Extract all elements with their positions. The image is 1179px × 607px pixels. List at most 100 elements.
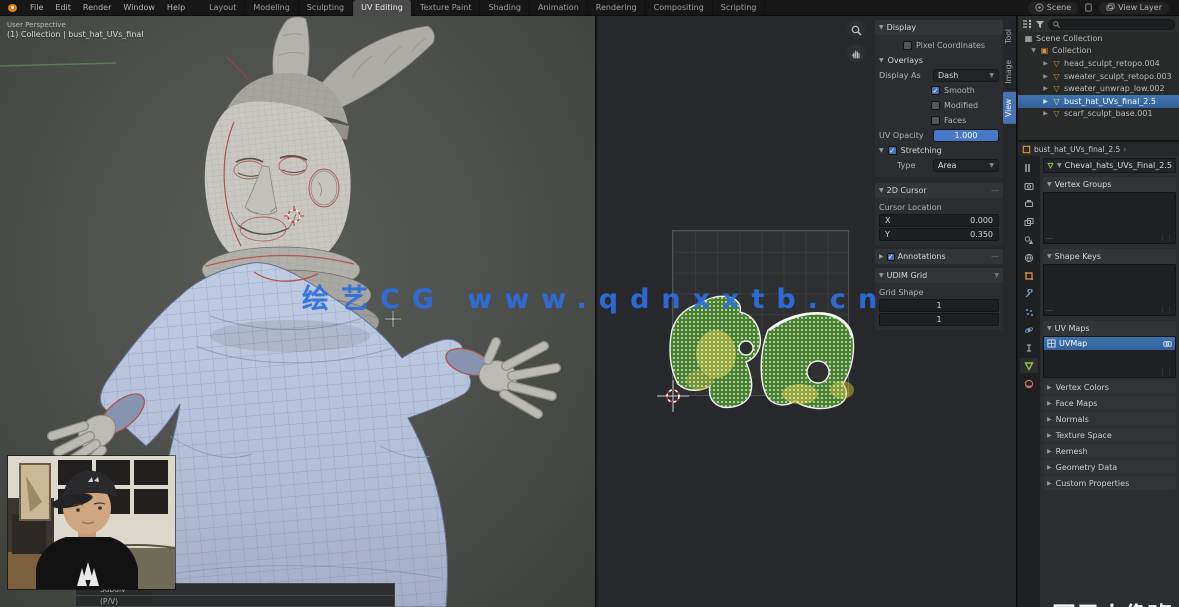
sidebar-tab-image[interactable]: Image [1003,53,1016,91]
expand-arrow-icon[interactable]: ▶ [1042,60,1049,67]
panel-shape-keys-header[interactable]: ▼ Shape Keys [1043,249,1176,264]
modified-label: Modified [944,101,978,110]
breadcrumb-separator: › [1123,145,1126,154]
stretching-header[interactable]: Stretching [901,146,942,155]
mesh-datablock-selector[interactable]: ▼ Cheval_hats_UVs_Final_2.5 [1043,158,1176,173]
outliner-row-object[interactable]: ▶ ▽ head_sculpt_retopo.004 [1018,57,1179,70]
panel-2d-cursor-header[interactable]: ▼ 2D Cursor — [875,183,1003,198]
outliner-row-object[interactable]: ▶ ▽ sweater_unwrap_low.002 [1018,82,1179,95]
grid-shape-x-field[interactable]: 1 [879,299,999,312]
expand-arrow-icon[interactable]: ▼ [1030,47,1037,54]
tab-layout[interactable]: Layout [201,0,245,16]
cursor-x-field[interactable]: X 0.000 [879,214,999,227]
editor-type-icon[interactable] [1022,19,1032,29]
render-camera-icon[interactable] [1163,339,1172,348]
new-scene-icon[interactable] [1084,3,1093,12]
panel-options-icon[interactable]: — [991,252,999,261]
sidebar-tab-view[interactable]: View [1003,92,1016,124]
tab-compositing[interactable]: Compositing [646,0,713,16]
tab-rendering[interactable]: Rendering [588,0,646,16]
stretch-type-dropdown[interactable]: Area ▼ [933,159,999,172]
panel-face-maps-header[interactable]: ▶ Face Maps [1043,396,1176,410]
menu-edit[interactable]: Edit [49,0,77,16]
zoom-gizmo-button[interactable] [847,21,865,39]
outliner-row-collection[interactable]: ▼ ▣ Collection [1018,45,1179,58]
tab-material[interactable] [1020,376,1038,391]
menu-file[interactable]: File [24,0,49,16]
panel-display-header[interactable]: ▼ Display [875,20,1003,35]
expand-arrow-icon[interactable]: ▶ [1042,110,1049,117]
pan-gizmo-button[interactable] [847,44,865,62]
panel-vertex-colors-header[interactable]: ▶ Vertex Colors [1043,380,1176,394]
uv-maps-list[interactable]: UVMap ⋮⋮ [1043,336,1176,378]
tab-tool[interactable] [1020,160,1038,175]
filter-icon[interactable] [1035,19,1045,29]
display-as-dropdown[interactable]: Dash ▼ [933,69,999,82]
tab-constraints[interactable] [1020,340,1038,355]
grid-shape-y-field[interactable]: 1 [879,313,999,326]
uv-map-row-selected[interactable]: UVMap [1044,337,1175,350]
tab-modeling[interactable]: Modeling [245,0,298,16]
overlays-subpanel-header[interactable]: Overlays [888,56,923,65]
tab-animation[interactable]: Animation [530,0,588,16]
panel-normals-header[interactable]: ▶ Normals [1043,412,1176,426]
list-resize-icon[interactable]: ⋮⋮ [1159,368,1173,376]
tab-shading[interactable]: Shading [480,0,530,16]
shape-keys-list[interactable]: — ⋮⋮ [1043,264,1176,316]
operator-row[interactable]: (P/V) [75,595,395,607]
pixel-coordinates-checkbox[interactable] [903,41,912,50]
outliner-row-object-selected[interactable]: ▶ ▽ bust_hat_UVs_final_2.5 [1018,95,1179,108]
scene-selector[interactable]: Scene [1028,2,1078,14]
tab-texture-paint[interactable]: Texture Paint [412,0,481,16]
panel-texture-space-header[interactable]: ▶ Texture Space [1043,428,1176,442]
uv-opacity-slider[interactable]: 1.000 [933,129,999,142]
cursor-y-field[interactable]: Y 0.350 [879,228,999,241]
outliner-row-object[interactable]: ▶ ▽ scarf_sculpt_base.001 [1018,108,1179,121]
view-layer-selector[interactable]: View Layer [1099,2,1169,14]
stretching-checkbox[interactable]: ✓ [888,146,897,155]
tab-scripting[interactable]: Scripting [713,0,766,16]
tab-particles[interactable] [1020,304,1038,319]
menu-render[interactable]: Render [77,0,117,16]
outliner-row-object[interactable]: ▶ ▽ sweater_sculpt_retopo.003 [1018,70,1179,83]
annotations-checkbox[interactable]: ✓ [887,253,895,261]
blender-logo-icon[interactable] [6,3,20,13]
tab-scene[interactable] [1020,232,1038,247]
menu-help[interactable]: Help [161,0,191,16]
faces-checkbox[interactable] [931,116,940,125]
expand-arrow-icon[interactable]: ▶ [1042,73,1049,80]
tab-object-data[interactable] [1020,358,1038,373]
panel-annotations-header[interactable]: ▶ ✓ Annotations — [875,249,1003,264]
panel-title: Annotations [898,252,946,261]
tab-output[interactable] [1020,196,1038,211]
tab-sculpting[interactable]: Sculpting [299,0,353,16]
mesh-object-icon: ▽ [1052,72,1061,81]
panel-remesh-header[interactable]: ▶ Remesh [1043,444,1176,458]
tab-render[interactable] [1020,178,1038,193]
list-resize-icon[interactable]: ⋮⋮ [1159,306,1173,314]
panel-udim-header[interactable]: ▼ UDIM Grid ▼ [875,268,1003,283]
panel-uv-maps-header[interactable]: ▼ UV Maps [1043,321,1176,336]
modified-checkbox[interactable] [931,101,940,110]
outliner-search-input[interactable] [1048,19,1175,30]
tab-view-layer[interactable] [1020,214,1038,229]
mesh-name: Cheval_hats_UVs_Final_2.5 [1065,161,1172,170]
smooth-checkbox[interactable]: ✓ [931,86,940,95]
list-resize-icon[interactable]: ⋮⋮ [1159,234,1173,242]
panel-custom-properties-header[interactable]: ▶ Custom Properties [1043,476,1176,490]
panel-vertex-groups-header[interactable]: ▼ Vertex Groups [1043,177,1176,192]
tab-modifiers[interactable] [1020,286,1038,301]
expand-arrow-icon[interactable]: ▶ [1042,98,1049,105]
outliner-row-scene-collection[interactable]: ▦ Scene Collection [1018,32,1179,45]
expand-arrow-icon[interactable]: ▶ [1042,85,1049,92]
properties-editor: bust_hat_UVs_final_2.5 › ▼ Cheval_hats_U… [1018,142,1179,607]
tab-physics[interactable] [1020,322,1038,337]
menu-window[interactable]: Window [117,0,161,16]
vertex-groups-list[interactable]: — ⋮⋮ [1043,192,1176,244]
panel-geometry-data-header[interactable]: ▶ Geometry Data [1043,460,1176,474]
tab-uv-editing[interactable]: UV Editing [353,0,412,16]
tab-world[interactable] [1020,250,1038,265]
panel-options-icon[interactable]: — [991,186,999,195]
tab-object[interactable] [1020,268,1038,283]
sidebar-tab-tool[interactable]: Tool [1003,22,1016,51]
